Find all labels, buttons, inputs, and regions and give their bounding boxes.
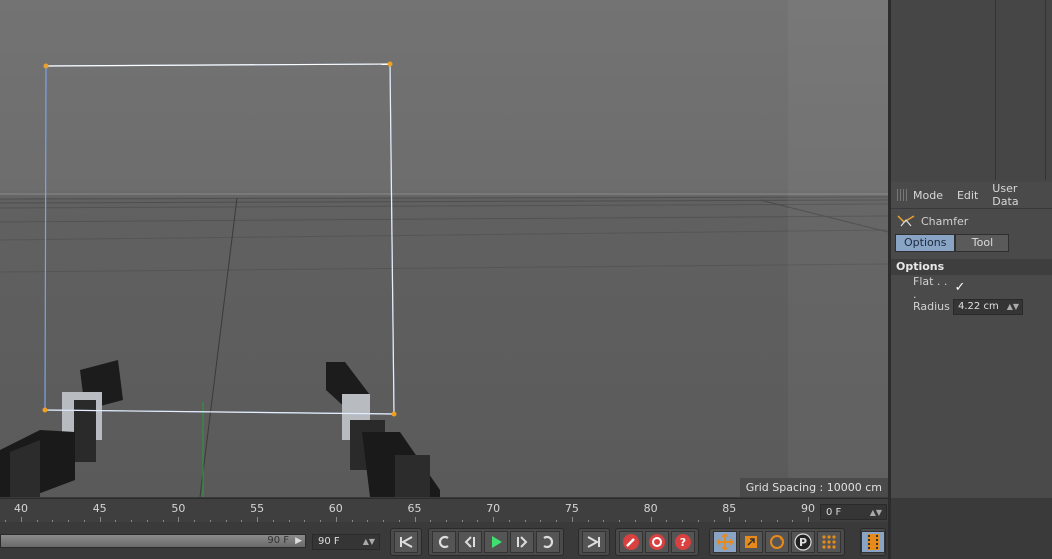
film-group (860, 528, 886, 556)
tool-name: Chamfer (921, 214, 969, 228)
go-start-group (390, 528, 422, 556)
record-icon (623, 534, 639, 550)
record-button[interactable] (619, 531, 643, 553)
scale-icon (745, 536, 757, 548)
attribute-menu-bar: Mode Edit User Data (891, 182, 1052, 209)
rotate-key-button[interactable] (765, 531, 789, 553)
go-to-start-button[interactable] (394, 531, 418, 553)
point-level-button[interactable] (817, 531, 841, 553)
next-keyframe-icon (543, 535, 554, 549)
timeline-tick-label: 40 (14, 502, 28, 515)
rotate-icon (770, 535, 784, 549)
step-back-button[interactable] (458, 531, 482, 553)
autokey-button[interactable] (645, 531, 669, 553)
record-group: ? (615, 528, 699, 556)
3d-viewport[interactable]: Grid Spacing : 10000 cm (0, 0, 888, 497)
right-bottom-area (891, 498, 1052, 559)
parameter-key-button[interactable]: P (791, 531, 815, 553)
object-manager-panel[interactable] (891, 0, 1052, 182)
stepper-arrows-icon[interactable]: ▲▼ (363, 535, 375, 549)
playback-group (428, 528, 564, 556)
stepper-arrows-icon[interactable]: ▲▼ (1007, 300, 1019, 314)
keyframe-selection-icon: ? (675, 534, 691, 550)
previous-keyframe-button[interactable] (432, 531, 456, 553)
timeline-tick-label: 50 (171, 502, 186, 515)
flat-label: Flat . . . (913, 274, 948, 301)
next-keyframe-button[interactable] (536, 531, 560, 553)
radius-field[interactable]: 4.22 cm ▲▼ (953, 298, 1023, 315)
key-type-group: P (709, 528, 845, 556)
column-divider (995, 0, 996, 180)
parameter-icon: P (794, 533, 812, 551)
attribute-tabs: Options Tool (891, 233, 1052, 253)
timeline-tick-label: 60 (328, 502, 343, 515)
menu-edit[interactable]: Edit (957, 189, 978, 202)
radius-value: 4.22 cm (958, 300, 999, 312)
radius-property: Radius 4.22 cm ▲▼ (891, 297, 1052, 316)
go-to-start-icon (400, 536, 413, 548)
previous-keyframe-icon (438, 535, 449, 549)
timeline-tick-label: 65 (407, 502, 422, 515)
timeline-window-button[interactable] (861, 531, 885, 553)
film-icon (867, 534, 879, 550)
menu-mode[interactable]: Mode (913, 189, 943, 202)
move-key-button[interactable] (713, 531, 737, 553)
flat-property: Flat . . . ✓ (891, 275, 1052, 301)
chamfer-icon (897, 215, 915, 227)
flat-checkbox[interactable]: ✓ (953, 280, 967, 295)
slider-arrow-icon: ▶ (295, 536, 302, 546)
tool-header: Chamfer (891, 209, 1052, 233)
current-frame-value: 0 F (826, 507, 842, 518)
timeline-ruler[interactable]: 40 45 50 55 60 65 70 75 80 85 90 (0, 498, 888, 523)
grid-spacing-label: Grid Spacing : 10000 cm (739, 478, 888, 497)
timeline-tick-label: 90 (801, 502, 815, 515)
section-title: Options (891, 259, 1052, 275)
timeline-tick-label: 70 (486, 502, 501, 515)
timeline-tick-label: 85 (722, 502, 737, 515)
keyframe-selection-button[interactable]: ? (671, 531, 695, 553)
autokey-icon (649, 534, 665, 550)
point-level-icon (822, 535, 836, 549)
go-to-end-icon (587, 536, 600, 548)
go-to-end-button[interactable] (582, 531, 606, 553)
transport-bar: 90 F ▶ 90 F ▲▼ ? P (0, 522, 888, 559)
tab-tool[interactable]: Tool (955, 234, 1010, 252)
grip-icon[interactable] (897, 189, 907, 201)
slider-value: 90 F (267, 535, 289, 546)
step-back-icon (464, 536, 475, 548)
stepper-arrows-icon[interactable]: ▲▼ (870, 505, 882, 521)
scale-key-button[interactable] (739, 531, 763, 553)
timeline-tick-label: 75 (564, 502, 579, 515)
column-divider (1045, 0, 1046, 180)
radius-label: Radius (913, 300, 950, 313)
frame-range-slider[interactable]: 90 F ▶ (0, 534, 306, 548)
move-icon (716, 533, 734, 551)
attribute-manager: Mode Edit User Data Chamfer Options Tool… (891, 182, 1052, 498)
max-frame-field[interactable]: 90 F ▲▼ (312, 534, 380, 550)
step-forward-icon (517, 536, 528, 548)
timeline-tick-label: 55 (250, 502, 265, 515)
play-icon (492, 536, 502, 548)
step-forward-button[interactable] (510, 531, 534, 553)
max-frame-value: 90 F (318, 536, 340, 547)
timeline-tick-label: 80 (643, 502, 658, 515)
go-end-group (578, 528, 610, 556)
svg-text:P: P (799, 536, 807, 549)
play-button[interactable] (484, 531, 508, 553)
tab-options[interactable]: Options (895, 234, 956, 252)
menu-user-data[interactable]: User Data (992, 182, 1038, 208)
viewport-scene (0, 0, 888, 497)
svg-text:?: ? (680, 536, 686, 549)
current-frame-field[interactable]: 0 F ▲▼ (820, 504, 887, 520)
timeline-tick-label: 45 (92, 502, 107, 515)
